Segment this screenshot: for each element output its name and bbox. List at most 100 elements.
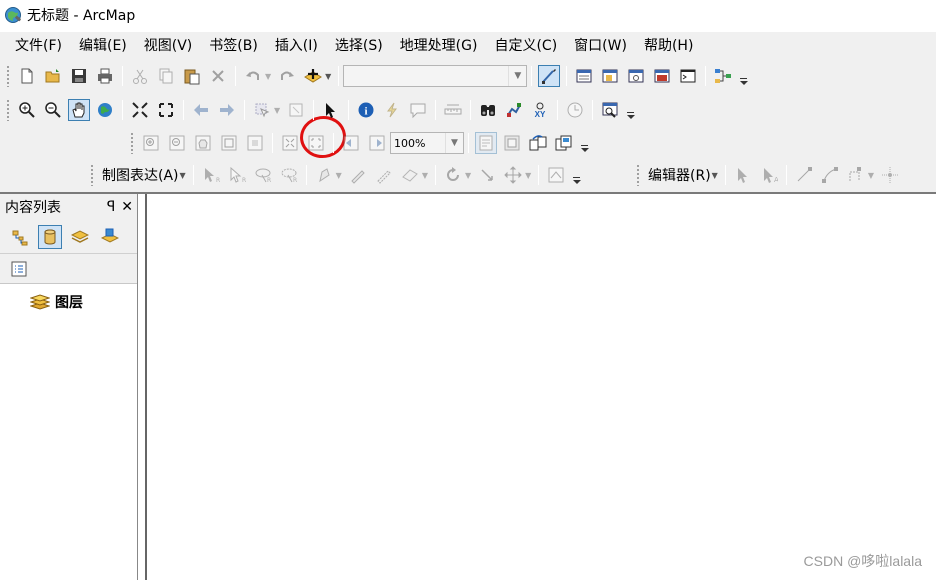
pan-marker-icon[interactable] <box>502 164 524 186</box>
html-popup-icon[interactable] <box>407 99 429 121</box>
list-by-drawing-order-icon[interactable] <box>8 225 32 249</box>
zoom-whole-page-icon[interactable] <box>218 132 240 154</box>
clear-selection-icon[interactable] <box>285 99 307 121</box>
menu-view[interactable]: 视图(V) <box>137 35 200 55</box>
eraser-icon[interactable] <box>399 164 421 186</box>
representation-menu[interactable]: 制图表达(A) <box>98 165 183 185</box>
lasso-select-icon[interactable]: R <box>252 164 274 186</box>
data-driven-pages-icon[interactable] <box>553 132 575 154</box>
rotate-dropdown-icon[interactable]: ▼ <box>465 171 471 180</box>
lasso-direct-select-icon[interactable]: R <box>278 164 300 186</box>
fixed-zoom-in-icon[interactable] <box>129 99 151 121</box>
magnifier-icon[interactable] <box>599 99 621 121</box>
cut-icon[interactable] <box>129 65 151 87</box>
add-data-icon[interactable] <box>302 65 324 87</box>
representation-panel-icon[interactable] <box>545 164 567 186</box>
change-layout-icon[interactable] <box>527 132 549 154</box>
catalog-icon[interactable] <box>599 65 621 87</box>
rotate-icon[interactable] <box>442 164 464 186</box>
select-elements-icon[interactable] <box>320 99 342 121</box>
map-scale-combo[interactable]: ▼ <box>343 65 528 87</box>
layout-pan-icon[interactable] <box>192 132 214 154</box>
zoom-out-icon[interactable] <box>42 99 64 121</box>
find-icon[interactable] <box>477 99 499 121</box>
toolbar-grip[interactable] <box>6 99 10 121</box>
pan-icon[interactable] <box>68 99 90 121</box>
time-slider-icon[interactable] <box>564 99 586 121</box>
zoom-in-icon[interactable] <box>16 99 38 121</box>
close-icon[interactable]: ✕ <box>121 199 133 215</box>
menu-insert[interactable]: 插入(I) <box>268 35 325 55</box>
open-folder-icon[interactable] <box>42 65 64 87</box>
select-representation-icon[interactable]: R <box>200 164 222 186</box>
go-forward-icon[interactable] <box>216 99 238 121</box>
pin-icon[interactable]: ꟼ <box>107 199 115 215</box>
new-document-icon[interactable] <box>16 65 38 87</box>
toolbar-options-icon[interactable] <box>626 108 636 122</box>
python-icon[interactable] <box>677 65 699 87</box>
add-data-dropdown-icon[interactable]: ▼ <box>325 72 331 81</box>
list-by-source-icon[interactable] <box>38 224 62 249</box>
move-icon[interactable] <box>476 164 498 186</box>
go-back-icon[interactable] <box>190 99 212 121</box>
identify-icon[interactable]: i <box>355 99 377 121</box>
trace-icon[interactable] <box>845 164 867 186</box>
save-icon[interactable] <box>68 65 90 87</box>
editor-toolbar-icon[interactable] <box>538 65 561 87</box>
table-of-contents-icon[interactable] <box>573 65 595 87</box>
layout-fixed-zoom-in-icon[interactable] <box>279 132 301 154</box>
menu-geoprocessing[interactable]: 地理处理(G) <box>393 35 485 55</box>
copy-icon[interactable] <box>155 65 177 87</box>
edit-tool-icon[interactable] <box>732 164 754 186</box>
print-icon[interactable] <box>94 65 116 87</box>
map-display[interactable] <box>145 194 936 580</box>
menu-bookmarks[interactable]: 书签(B) <box>202 35 265 55</box>
editor-menu[interactable]: 编辑器(R) <box>644 165 715 185</box>
find-route-icon[interactable] <box>503 99 525 121</box>
measure-icon[interactable] <box>442 99 464 121</box>
direct-select-icon[interactable]: R <box>226 164 248 186</box>
redo-icon[interactable] <box>276 65 298 87</box>
list-by-visibility-icon[interactable] <box>68 225 92 249</box>
toolbar-options-icon[interactable] <box>580 141 590 155</box>
free-representation-icon[interactable] <box>313 164 335 186</box>
layout-zoom-in-icon[interactable] <box>140 132 162 154</box>
menu-selection[interactable]: 选择(S) <box>328 35 390 55</box>
trace-dropdown-icon[interactable]: ▼ <box>868 171 874 180</box>
next-extent-icon[interactable] <box>366 132 388 154</box>
previous-extent-icon[interactable] <box>340 132 362 154</box>
lasso-edit-icon[interactable] <box>373 164 395 186</box>
select-features-icon[interactable] <box>251 99 273 121</box>
layout-zoom-out-icon[interactable] <box>166 132 188 154</box>
endpoint-arc-icon[interactable] <box>819 164 841 186</box>
toolbar-options-icon[interactable] <box>572 173 582 187</box>
free-representation-dropdown-icon[interactable]: ▼ <box>336 171 342 180</box>
select-features-dropdown-icon[interactable]: ▼ <box>274 106 280 115</box>
options-icon[interactable] <box>10 260 28 278</box>
list-by-selection-icon[interactable] <box>98 225 122 249</box>
menu-customize[interactable]: 自定义(C) <box>487 35 564 55</box>
eraser-dropdown-icon[interactable]: ▼ <box>422 171 428 180</box>
hyperlink-icon[interactable] <box>381 99 403 121</box>
toolbar-grip[interactable] <box>130 132 134 154</box>
go-to-xy-icon[interactable]: XY <box>529 99 551 121</box>
representation-properties-icon[interactable] <box>347 164 369 186</box>
pan-marker-dropdown-icon[interactable]: ▼ <box>525 171 531 180</box>
toolbar-grip[interactable] <box>6 65 10 87</box>
edit-annotation-icon[interactable]: A <box>758 164 780 186</box>
arctoolbox-icon[interactable] <box>651 65 673 87</box>
toolbar-grip[interactable] <box>636 164 640 186</box>
editor-menu-dropdown-icon[interactable]: ▼ <box>712 171 718 180</box>
representation-menu-dropdown-icon[interactable]: ▼ <box>180 171 186 180</box>
toggle-draft-mode-icon[interactable] <box>475 132 497 154</box>
menu-help[interactable]: 帮助(H) <box>637 35 700 55</box>
full-extent-icon[interactable] <box>94 99 116 121</box>
zoom-100-icon[interactable] <box>244 132 266 154</box>
paste-icon[interactable] <box>181 65 203 87</box>
fixed-zoom-out-icon[interactable] <box>155 99 177 121</box>
layers-node[interactable]: 图层 <box>0 284 137 312</box>
focus-data-frame-icon[interactable] <box>501 132 523 154</box>
modelbuilder-icon[interactable] <box>712 65 734 87</box>
chevron-down-icon[interactable]: ▼ <box>508 66 526 86</box>
point-icon[interactable] <box>879 164 901 186</box>
